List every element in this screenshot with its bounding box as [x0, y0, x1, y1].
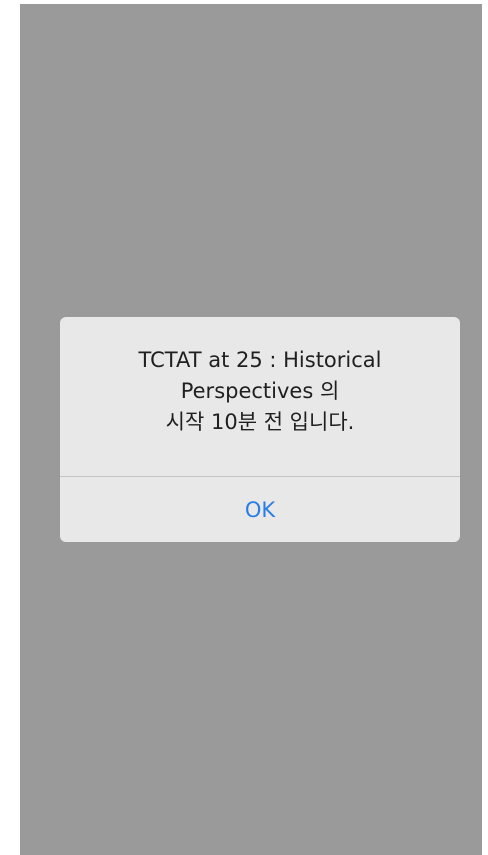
dimmed-overlay: TCTAT at 25 : Historical Perspectives 의 …: [20, 4, 482, 855]
alert-message-line-2: Perspectives 의: [180, 379, 340, 403]
ok-button[interactable]: OK: [60, 477, 460, 542]
device-frame: TCTAT at 25 : Historical Perspectives 의 …: [0, 0, 488, 855]
alert-dialog: TCTAT at 25 : Historical Perspectives 의 …: [60, 317, 460, 542]
alert-message-line-1: TCTAT at 25 : Historical: [138, 348, 382, 372]
alert-message-line-3: 시작 10분 전 입니다.: [165, 410, 355, 434]
alert-message: TCTAT at 25 : Historical Perspectives 의 …: [60, 345, 460, 438]
